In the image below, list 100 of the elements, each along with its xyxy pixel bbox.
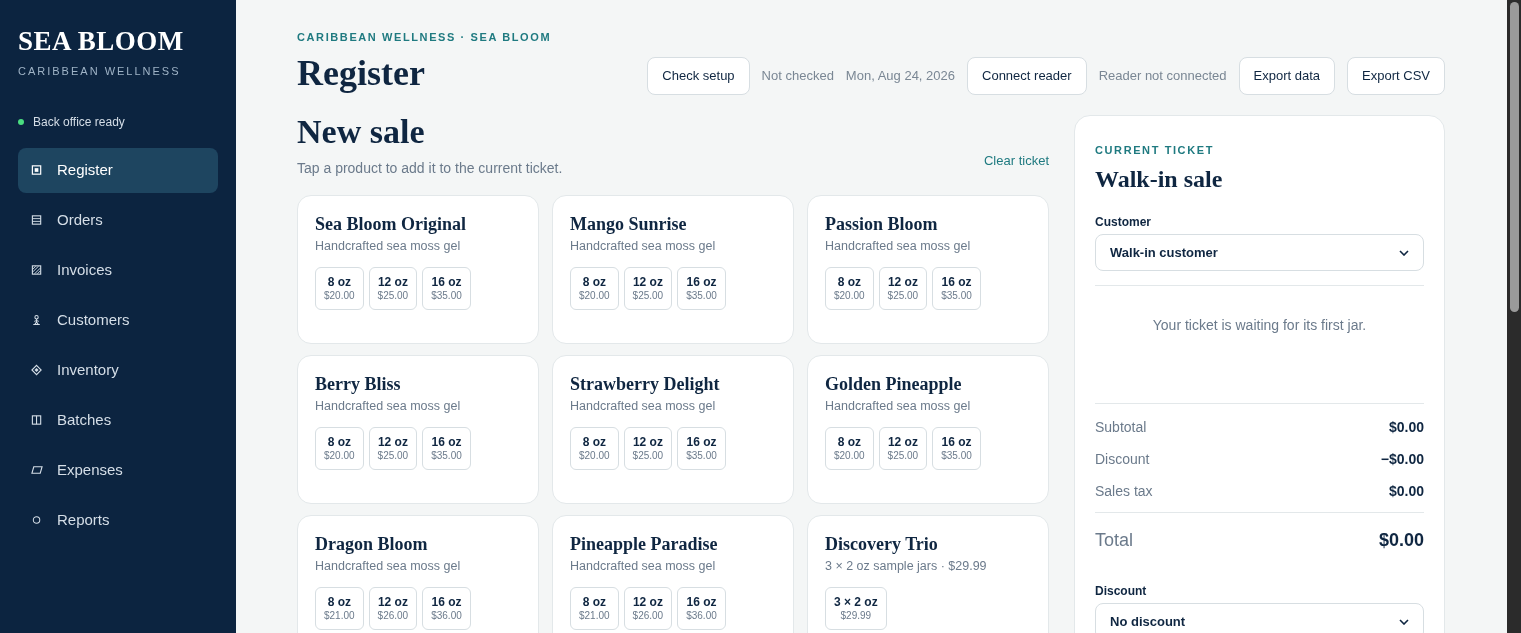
product-name: Strawberry Delight bbox=[570, 372, 720, 395]
total-row-label: Discount bbox=[1095, 450, 1150, 469]
product-description: Handcrafted sea moss gel bbox=[570, 558, 716, 575]
size-option[interactable]: 12 oz $25.00 bbox=[368, 426, 418, 470]
product-name: Mango Sunrise bbox=[570, 212, 687, 235]
nav-icon bbox=[31, 214, 43, 226]
status-text: Mon, Aug 24, 2026 bbox=[845, 66, 955, 85]
page-title: Register bbox=[297, 54, 425, 91]
brand-tagline: CARIBBEAN WELLNESS bbox=[18, 64, 181, 79]
size-option[interactable]: 8 oz $21.00 bbox=[570, 586, 619, 630]
size-option[interactable]: 8 oz $21.00 bbox=[315, 586, 364, 630]
nav-item[interactable]: Register bbox=[18, 147, 218, 193]
size-option[interactable]: 12 oz $25.00 bbox=[878, 426, 928, 470]
total-row-label: Sales tax bbox=[1095, 482, 1153, 501]
product-name: Golden Pineapple bbox=[825, 372, 962, 395]
total-row-value: −$0.00 bbox=[1380, 450, 1424, 469]
size-option[interactable]: 12 oz $26.00 bbox=[368, 586, 418, 630]
empty-ticket-message: Your ticket is waiting for its first jar. bbox=[1152, 316, 1367, 335]
size-option[interactable]: 8 oz $20.00 bbox=[825, 426, 874, 470]
page-eyebrow: CARIBBEAN WELLNESS · SEA BLOOM bbox=[297, 30, 552, 45]
nav-item[interactable]: Reports bbox=[18, 497, 218, 543]
product-name: Sea Bloom Original bbox=[315, 212, 466, 235]
nav-icon bbox=[31, 164, 43, 176]
status-text: Back office ready bbox=[33, 113, 125, 131]
size-option[interactable]: 8 oz $20.00 bbox=[315, 426, 364, 470]
size-option[interactable]: 16 oz $35.00 bbox=[677, 426, 726, 470]
size-option[interactable]: 16 oz $35.00 bbox=[677, 266, 726, 310]
status-text: Reader not connected bbox=[1098, 66, 1227, 85]
toolbar-button[interactable]: Export data bbox=[1238, 56, 1336, 95]
product-description: Handcrafted sea moss gel bbox=[315, 238, 461, 255]
size-option[interactable]: 16 oz $35.00 bbox=[932, 426, 981, 470]
field-label: Customer bbox=[1095, 214, 1151, 231]
product-card[interactable]: Pineapple Paradise Handcrafted sea moss gel 8 oz $21.00 12 oz $26.00 16 oz $36.00 bbox=[552, 514, 794, 633]
size-option[interactable]: 8 oz $20.00 bbox=[315, 266, 364, 310]
nav-item[interactable]: Customers bbox=[18, 297, 218, 343]
nav-item[interactable]: Invoices bbox=[18, 247, 218, 293]
size-option[interactable]: 12 oz $26.00 bbox=[623, 586, 673, 630]
total-row-label: Subtotal bbox=[1095, 418, 1147, 437]
product-description: Handcrafted sea moss gel bbox=[315, 398, 461, 415]
product-description: Handcrafted sea moss gel bbox=[570, 238, 716, 255]
nav-icon bbox=[31, 514, 43, 526]
section-subtitle: Tap a product to add it to the current ticket. bbox=[297, 158, 563, 178]
size-option[interactable]: 8 oz $20.00 bbox=[570, 266, 619, 310]
chevron-down-icon bbox=[1399, 249, 1409, 256]
product-card[interactable]: Discovery Trio 3 × 2 oz sample jars · $29.99 3 × 2 oz $29.99 bbox=[807, 514, 1049, 633]
product-card[interactable]: Golden Pineapple Handcrafted sea moss gel 8 oz $20.00 12 oz $25.00 16 oz $35.00 bbox=[807, 354, 1049, 504]
nav-item[interactable]: Batches bbox=[18, 397, 218, 443]
size-option[interactable]: 8 oz $20.00 bbox=[570, 426, 619, 470]
product-card[interactable]: Berry Bliss Handcrafted sea moss gel 8 oz $20.00 12 oz $25.00 16 oz $35.00 bbox=[297, 354, 539, 504]
product-description: Handcrafted sea moss gel bbox=[825, 238, 971, 255]
nav-item[interactable]: Inventory bbox=[18, 347, 218, 393]
size-option[interactable]: 12 oz $25.00 bbox=[878, 266, 928, 310]
product-name: Dragon Bloom bbox=[315, 532, 428, 555]
product-card[interactable]: Strawberry Delight Handcrafted sea moss gel 8 oz $20.00 12 oz $25.00 16 oz $35.00 bbox=[552, 354, 794, 504]
toolbar-button[interactable]: Check setup bbox=[647, 56, 750, 95]
product-description: Handcrafted sea moss gel bbox=[315, 558, 461, 575]
toolbar-button[interactable]: Connect reader bbox=[967, 56, 1087, 95]
clear-ticket-link[interactable]: Clear ticket bbox=[983, 151, 1049, 171]
size-option[interactable]: 3 × 2 oz $29.99 bbox=[825, 586, 887, 630]
chevron-down-icon bbox=[1399, 618, 1409, 625]
size-option[interactable]: 12 oz $25.00 bbox=[623, 266, 673, 310]
size-option[interactable]: 8 oz $20.00 bbox=[825, 266, 874, 310]
customer-select[interactable]: Walk-in customer bbox=[1095, 234, 1424, 271]
total-label: Total bbox=[1095, 529, 1134, 552]
nav-item[interactable]: Orders bbox=[18, 197, 218, 243]
product-card[interactable]: Mango Sunrise Handcrafted sea moss gel 8 oz $20.00 12 oz $25.00 16 oz $35.00 bbox=[552, 194, 794, 344]
nav-icon bbox=[31, 364, 43, 376]
total-row-value: $0.00 bbox=[1388, 482, 1424, 501]
product-description: 3 × 2 oz sample jars · $29.99 bbox=[825, 558, 987, 575]
size-option[interactable]: 16 oz $35.00 bbox=[422, 426, 471, 470]
discount-select[interactable]: No discount bbox=[1095, 603, 1424, 633]
size-option[interactable]: 16 oz $35.00 bbox=[932, 266, 981, 310]
ticket-eyebrow: CURRENT TICKET bbox=[1095, 142, 1214, 158]
product-name: Berry Bliss bbox=[315, 372, 401, 395]
size-option[interactable]: 12 oz $25.00 bbox=[368, 266, 418, 310]
product-name: Discovery Trio bbox=[825, 532, 938, 555]
nav-item[interactable]: Expenses bbox=[18, 447, 218, 493]
size-option[interactable]: 16 oz $36.00 bbox=[677, 586, 726, 630]
product-card[interactable]: Dragon Bloom Handcrafted sea moss gel 8 oz $21.00 12 oz $26.00 16 oz $36.00 bbox=[297, 514, 539, 633]
size-option[interactable]: 16 oz $36.00 bbox=[422, 586, 471, 630]
product-card[interactable]: Sea Bloom Original Handcrafted sea moss gel 8 oz $20.00 12 oz $25.00 16 oz $35.00 bbox=[297, 194, 539, 344]
scrollbar[interactable] bbox=[1507, 0, 1521, 633]
brand-name: SEA BLOOM bbox=[18, 28, 184, 55]
size-option[interactable]: 16 oz $35.00 bbox=[422, 266, 471, 310]
toolbar-button[interactable]: Export CSV bbox=[1347, 56, 1445, 95]
product-name: Passion Bloom bbox=[825, 212, 938, 235]
product-description: Handcrafted sea moss gel bbox=[825, 398, 971, 415]
nav-icon bbox=[31, 314, 43, 326]
section-title: New sale bbox=[297, 114, 425, 149]
nav-icon bbox=[31, 414, 43, 426]
nav-icon bbox=[31, 464, 43, 476]
product-description: Handcrafted sea moss gel bbox=[570, 398, 716, 415]
nav-icon bbox=[31, 264, 43, 276]
field-label: Discount bbox=[1095, 583, 1147, 600]
size-option[interactable]: 12 oz $25.00 bbox=[623, 426, 673, 470]
ticket-title: Walk-in sale bbox=[1095, 167, 1223, 191]
product-name: Pineapple Paradise bbox=[570, 532, 718, 555]
status-text: Not checked bbox=[761, 66, 834, 85]
product-card[interactable]: Passion Bloom Handcrafted sea moss gel 8 oz $20.00 12 oz $25.00 16 oz $35.00 bbox=[807, 194, 1049, 344]
total-value: $0.00 bbox=[1378, 529, 1424, 552]
